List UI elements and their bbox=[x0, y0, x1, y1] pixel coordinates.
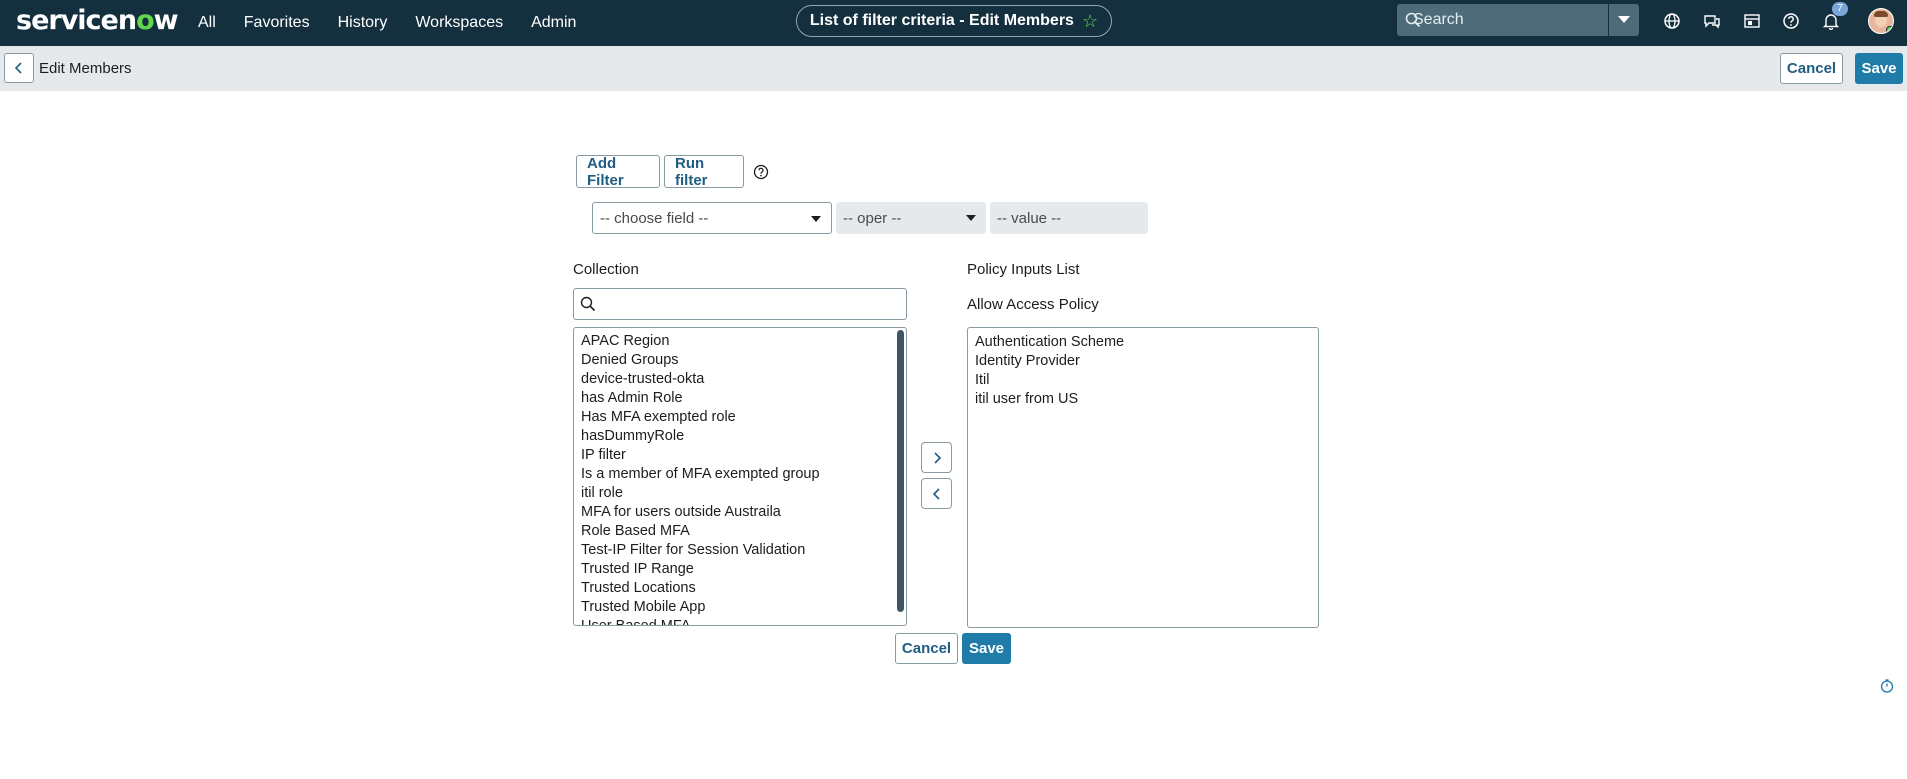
global-search-input[interactable]: Search bbox=[1397, 4, 1608, 36]
list-item[interactable]: Authentication Scheme bbox=[968, 333, 1318, 352]
remove-from-list-button[interactable] bbox=[921, 478, 952, 509]
nav-favorites[interactable]: Favorites bbox=[244, 14, 310, 32]
list-item[interactable]: itil role bbox=[574, 484, 906, 503]
add-to-list-button[interactable] bbox=[921, 442, 952, 473]
favorite-star-icon[interactable]: ☆ bbox=[1082, 11, 1098, 32]
collection-list[interactable]: APAC Region Denied Groups device-trusted… bbox=[573, 327, 907, 626]
list-item[interactable]: IP filter bbox=[574, 446, 906, 465]
footer-cancel-button[interactable]: Cancel bbox=[895, 633, 958, 664]
header-save-button[interactable]: Save bbox=[1855, 53, 1903, 84]
help-icon[interactable] bbox=[1780, 10, 1802, 32]
chevron-left-icon bbox=[932, 487, 940, 500]
search-icon bbox=[580, 296, 596, 312]
form-title: Edit Members bbox=[39, 60, 132, 77]
servicenow-logo[interactable]: servicenow bbox=[16, 5, 179, 36]
page-title-pill[interactable]: List of filter criteria - Edit Members ☆ bbox=[796, 5, 1112, 37]
list-item[interactable]: User Based MFA bbox=[574, 617, 906, 625]
list-item[interactable]: Itil bbox=[968, 371, 1318, 390]
operator-select[interactable]: -- oper -- bbox=[836, 202, 986, 234]
nav-all[interactable]: All bbox=[198, 14, 216, 32]
chevron-down-icon bbox=[1618, 16, 1630, 23]
timer-icon[interactable] bbox=[1880, 679, 1894, 693]
list-item[interactable]: device-trusted-okta bbox=[574, 370, 906, 389]
list-item[interactable]: Trusted Mobile App bbox=[574, 598, 906, 617]
main-nav-menu: All Favorites History Workspaces Admin bbox=[198, 0, 604, 46]
form-header: Edit Members Cancel Save bbox=[0, 46, 1907, 91]
top-nav: servicenow All Favorites History Workspa… bbox=[0, 0, 1907, 46]
list-item[interactable]: Is a member of MFA exempted group bbox=[574, 465, 906, 484]
collection-scrollbar[interactable] bbox=[897, 330, 904, 612]
list-item[interactable]: MFA for users outside Austraila bbox=[574, 503, 906, 522]
chevron-right-icon bbox=[933, 451, 941, 464]
list-item[interactable]: Has MFA exempted role bbox=[574, 408, 906, 427]
chevron-left-icon bbox=[14, 62, 22, 74]
list-item[interactable]: Identity Provider bbox=[968, 352, 1318, 371]
nav-admin[interactable]: Admin bbox=[531, 14, 576, 32]
list-item[interactable]: APAC Region bbox=[574, 332, 906, 351]
policy-inputs-list[interactable]: Authentication Scheme Identity Provider … bbox=[967, 327, 1319, 628]
chat-icon[interactable] bbox=[1701, 10, 1723, 32]
question-icon[interactable] bbox=[752, 163, 770, 181]
search-scope-dropdown[interactable] bbox=[1609, 4, 1639, 36]
header-cancel-button[interactable]: Cancel bbox=[1780, 53, 1843, 84]
collection-heading: Collection bbox=[573, 261, 639, 278]
policy-inputs-heading: Policy Inputs List bbox=[967, 261, 1080, 278]
run-filter-button[interactable]: Run filter bbox=[664, 155, 744, 189]
value-placeholder: -- value -- bbox=[997, 209, 1062, 227]
list-item[interactable]: hasDummyRole bbox=[574, 427, 906, 446]
list-item[interactable]: Test-IP Filter for Session Validation bbox=[574, 541, 906, 560]
value-input[interactable]: -- value -- bbox=[990, 202, 1148, 234]
list-item[interactable]: has Admin Role bbox=[574, 389, 906, 408]
search-placeholder: Search bbox=[1413, 11, 1464, 28]
collection-search-input[interactable] bbox=[573, 288, 907, 320]
list-item[interactable]: Role Based MFA bbox=[574, 522, 906, 541]
nav-history[interactable]: History bbox=[338, 14, 388, 32]
list-item[interactable]: itil user from US bbox=[968, 390, 1318, 409]
globe-icon[interactable] bbox=[1661, 10, 1683, 32]
workspace-panel-icon[interactable] bbox=[1741, 10, 1763, 32]
choose-field-value: -- choose field -- bbox=[600, 209, 709, 227]
list-item[interactable]: Denied Groups bbox=[574, 351, 906, 370]
list-item[interactable]: Trusted Locations bbox=[574, 579, 906, 598]
add-filter-button[interactable]: Add Filter bbox=[576, 155, 660, 189]
operator-value: -- oper -- bbox=[843, 209, 902, 227]
choose-field-select[interactable]: -- choose field -- bbox=[592, 202, 832, 234]
chevron-down-icon bbox=[966, 215, 976, 221]
nav-workspaces[interactable]: Workspaces bbox=[415, 14, 503, 32]
page-title: List of filter criteria - Edit Members bbox=[809, 12, 1074, 29]
back-button[interactable] bbox=[4, 53, 34, 83]
list-item[interactable]: Trusted IP Range bbox=[574, 560, 906, 579]
avatar[interactable] bbox=[1868, 8, 1894, 34]
notification-count-badge: 7 bbox=[1832, 2, 1848, 16]
policy-name-label: Allow Access Policy bbox=[967, 296, 1099, 313]
filter-toolbar: Add Filter Run filter bbox=[576, 155, 770, 189]
footer-save-button[interactable]: Save bbox=[962, 633, 1011, 664]
chevron-down-icon bbox=[811, 216, 821, 222]
